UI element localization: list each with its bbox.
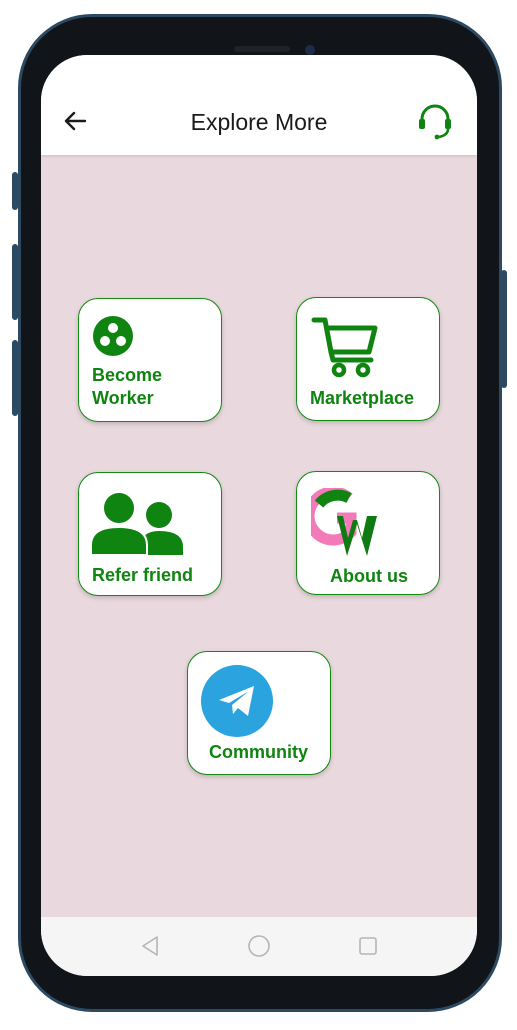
about-us-tile[interactable]: About us [296, 471, 440, 595]
phone-volume-up-button [12, 244, 18, 320]
app-header: Explore More [41, 55, 477, 155]
phone-side-button [12, 172, 18, 210]
square-recents-icon[interactable] [356, 934, 380, 958]
phone-volume-down-button [12, 340, 18, 416]
marketplace-label: Marketplace [310, 388, 415, 408]
refer-friend-tile[interactable]: Refer friend [78, 472, 222, 596]
community-tile[interactable]: Community [187, 651, 331, 775]
group-dots-icon [93, 316, 133, 356]
telegram-icon [201, 665, 273, 737]
shopping-cart-icon [311, 317, 378, 378]
phone-speaker [234, 46, 290, 52]
page-title: Explore More [190, 109, 328, 135]
headset-icon[interactable] [415, 102, 455, 142]
circle-home-icon[interactable] [247, 934, 271, 958]
phone-camera [305, 45, 315, 55]
about-us-label: About us [330, 566, 408, 586]
app-screen: Explore More Become Worker Marketplace R… [41, 55, 477, 976]
phone-power-button [501, 270, 507, 388]
triangle-back-icon[interactable] [138, 934, 162, 958]
system-navigation-bar [41, 917, 477, 976]
refer-friend-label: Refer friend [92, 565, 194, 585]
become-worker-label-line-1: Become [92, 365, 163, 385]
become-worker-label: Become Worker [92, 364, 162, 410]
community-label: Community [209, 742, 308, 762]
people-icon [91, 491, 183, 555]
become-worker-tile[interactable]: Become Worker [78, 298, 222, 422]
become-worker-label-line-2: Worker [92, 388, 154, 408]
gw-logo [311, 488, 377, 556]
marketplace-tile[interactable]: Marketplace [296, 297, 440, 421]
